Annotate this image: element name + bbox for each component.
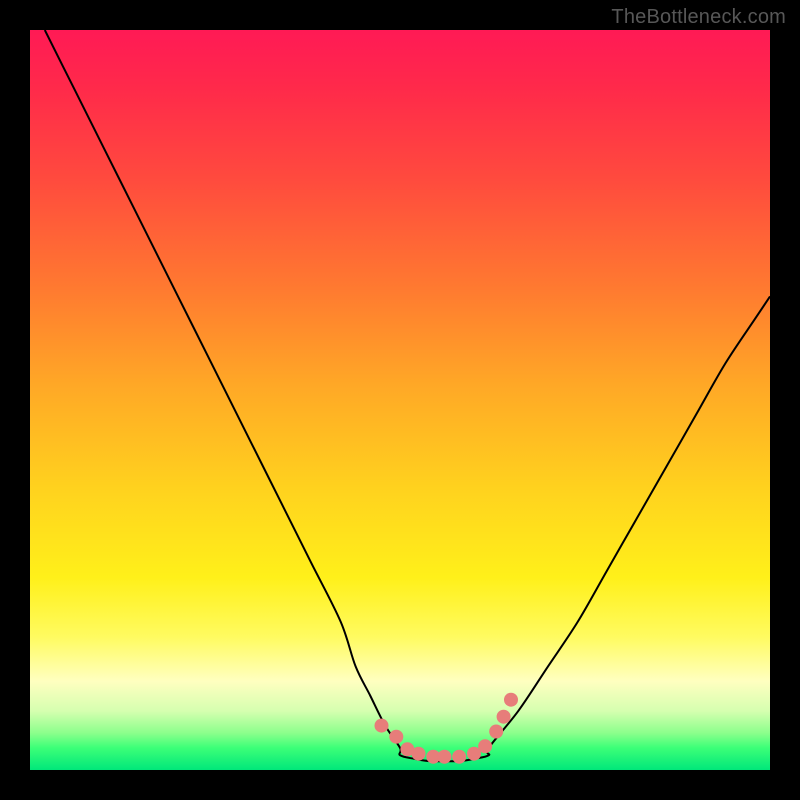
bottleneck-curve (30, 30, 770, 770)
curve-line (45, 30, 770, 761)
trough-marker (375, 719, 389, 733)
plot-area (30, 30, 770, 770)
attribution-text: TheBottleneck.com (611, 6, 786, 29)
trough-marker (412, 747, 426, 761)
trough-marker (389, 730, 403, 744)
trough-marker (489, 725, 503, 739)
trough-marker (497, 710, 511, 724)
trough-markers (375, 693, 519, 764)
trough-marker (478, 739, 492, 753)
chart-frame: TheBottleneck.com (0, 0, 800, 800)
trough-marker (452, 750, 466, 764)
trough-marker (504, 693, 518, 707)
trough-marker (437, 750, 451, 764)
